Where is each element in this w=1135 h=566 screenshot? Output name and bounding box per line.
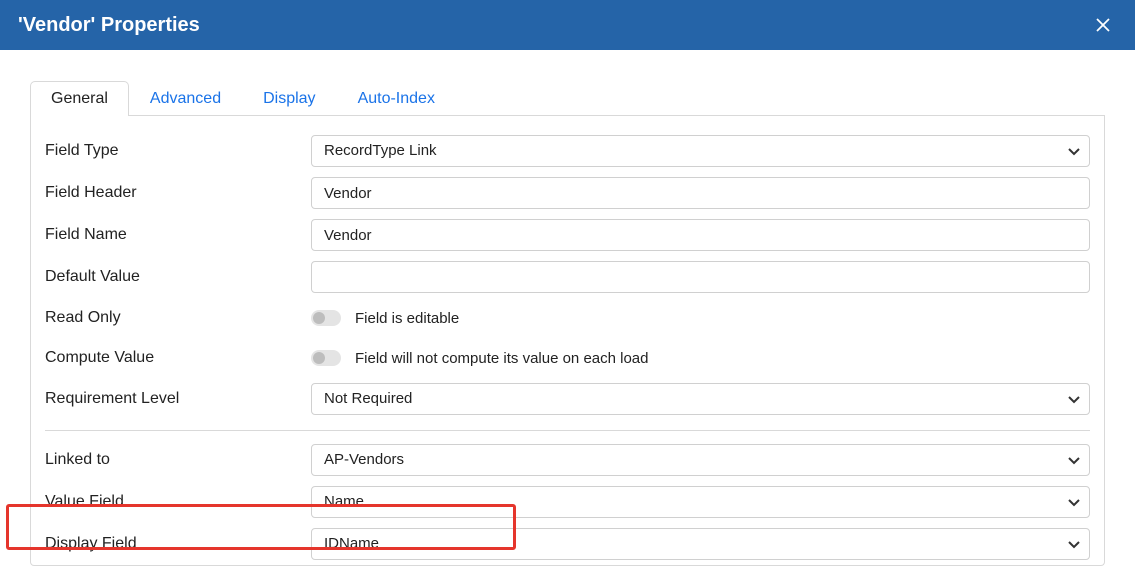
label-default-value: Default Value: [45, 268, 311, 286]
close-icon: [1095, 17, 1111, 33]
display-field-value: IDName: [311, 528, 1090, 560]
label-field-name: Field Name: [45, 226, 311, 244]
label-linked-to: Linked to: [45, 451, 311, 469]
tab-display[interactable]: Display: [242, 81, 336, 116]
dialog-header: 'Vendor' Properties: [0, 0, 1135, 50]
dialog-title: 'Vendor' Properties: [18, 14, 200, 37]
row-field-name: Field Name: [31, 214, 1104, 256]
row-compute-value: Compute Value Field will not compute its…: [31, 338, 1104, 378]
section-divider: [45, 430, 1090, 431]
requirement-level-select[interactable]: Not Required: [311, 383, 1090, 415]
display-field-select[interactable]: IDName: [311, 528, 1090, 560]
tab-general[interactable]: General: [30, 81, 129, 116]
linked-to-value: AP-Vendors: [311, 444, 1090, 476]
row-field-header: Field Header: [31, 172, 1104, 214]
value-field-select[interactable]: Name: [311, 486, 1090, 518]
row-display-field: Display Field IDName: [31, 523, 1104, 565]
dialog-content: General Advanced Display Auto-Index Fiel…: [0, 50, 1135, 566]
label-field-type: Field Type: [45, 142, 311, 160]
read-only-desc: Field is editable: [355, 310, 459, 327]
tab-bar: General Advanced Display Auto-Index: [30, 80, 1105, 116]
row-read-only: Read Only Field is editable: [31, 298, 1104, 338]
label-display-field: Display Field: [45, 535, 311, 553]
field-type-select[interactable]: RecordType Link: [311, 135, 1090, 167]
row-requirement-level: Requirement Level Not Required: [31, 378, 1104, 420]
requirement-level-value: Not Required: [311, 383, 1090, 415]
default-value-input[interactable]: [311, 261, 1090, 293]
row-default-value: Default Value: [31, 256, 1104, 298]
close-button[interactable]: [1091, 13, 1115, 37]
label-value-field: Value Field: [45, 493, 311, 511]
value-field-value: Name: [311, 486, 1090, 518]
general-panel: Field Type RecordType Link Field Header …: [30, 116, 1105, 566]
row-value-field: Value Field Name: [31, 481, 1104, 523]
field-type-value: RecordType Link: [311, 135, 1090, 167]
field-header-input[interactable]: [311, 177, 1090, 209]
compute-value-toggle[interactable]: [311, 350, 341, 366]
label-compute-value: Compute Value: [45, 349, 311, 367]
row-linked-to: Linked to AP-Vendors: [31, 439, 1104, 481]
compute-value-desc: Field will not compute its value on each…: [355, 350, 649, 367]
label-field-header: Field Header: [45, 184, 311, 202]
tab-advanced[interactable]: Advanced: [129, 81, 242, 116]
label-read-only: Read Only: [45, 309, 311, 327]
row-field-type: Field Type RecordType Link: [31, 130, 1104, 172]
linked-to-select[interactable]: AP-Vendors: [311, 444, 1090, 476]
tab-auto-index[interactable]: Auto-Index: [337, 81, 456, 116]
label-requirement-level: Requirement Level: [45, 390, 311, 408]
read-only-toggle[interactable]: [311, 310, 341, 326]
field-name-input[interactable]: [311, 219, 1090, 251]
